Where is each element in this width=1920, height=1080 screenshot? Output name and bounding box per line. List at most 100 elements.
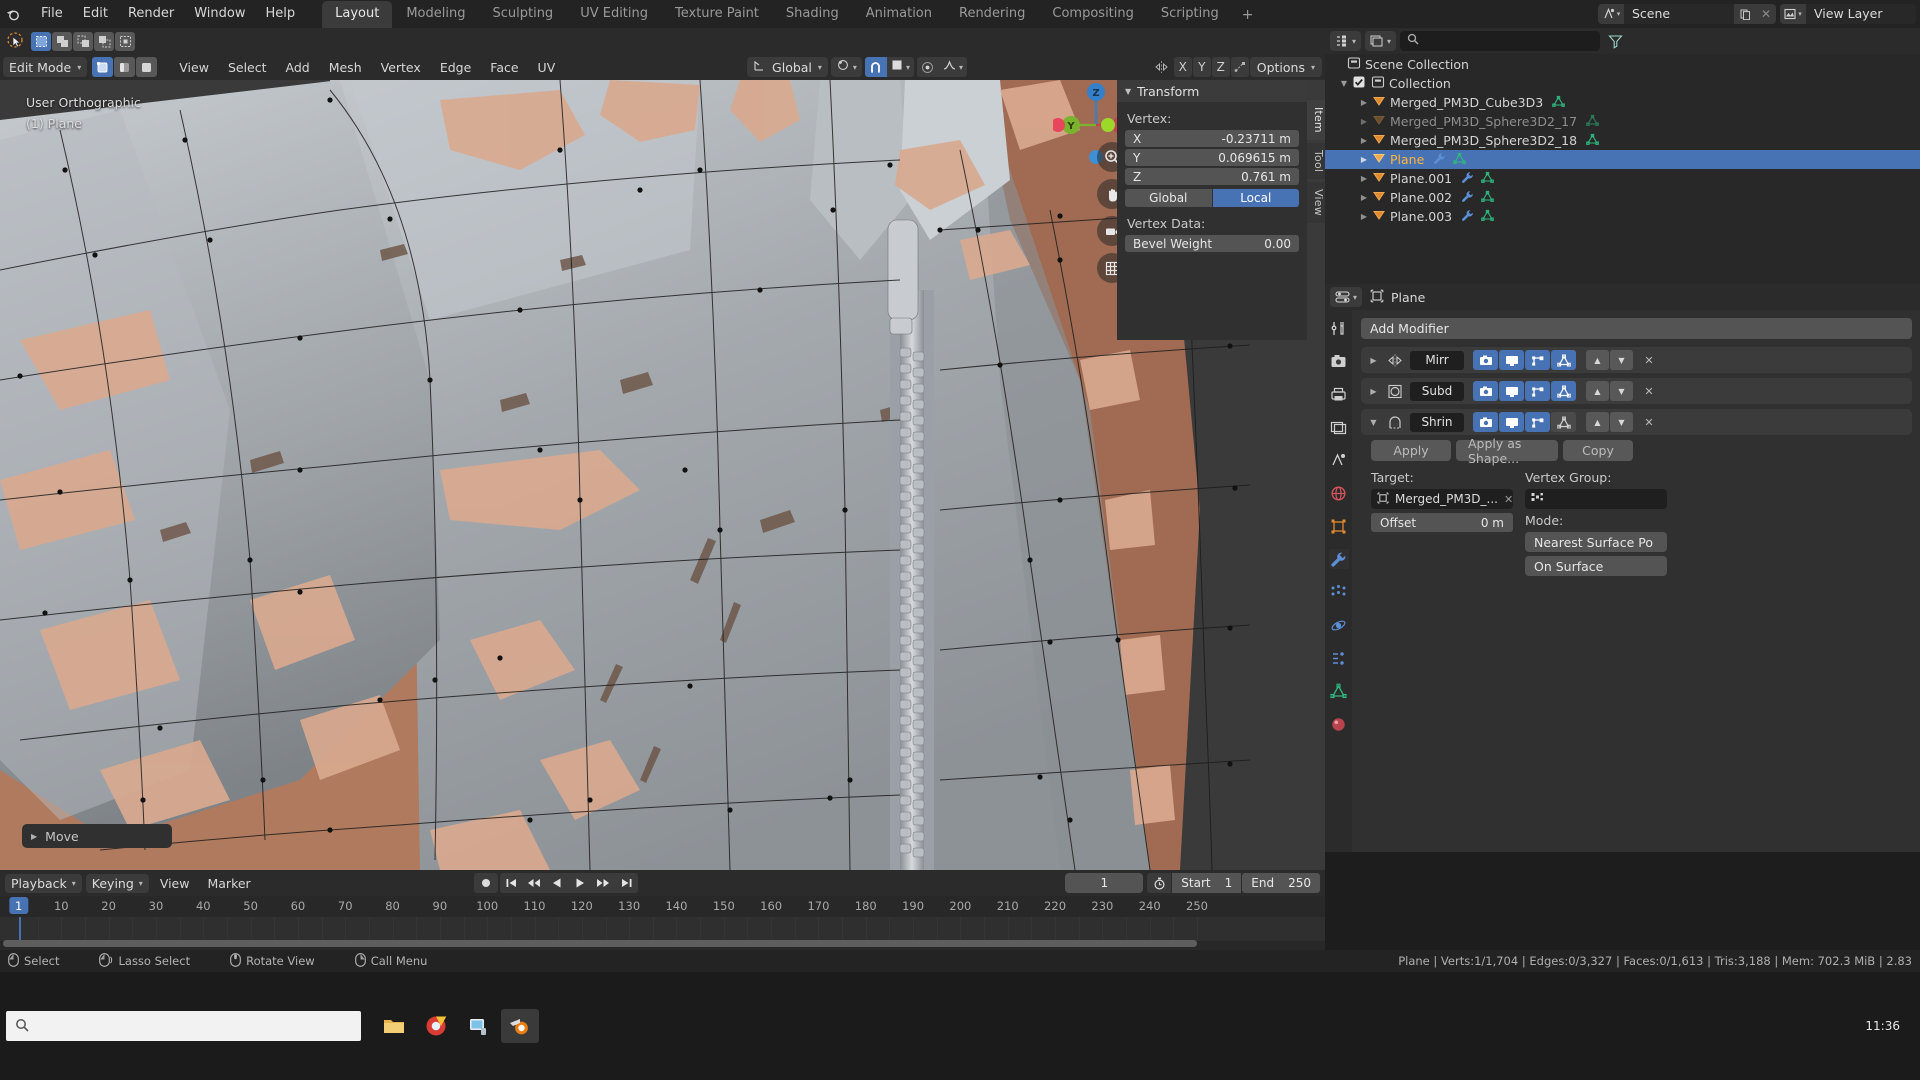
snap-target-dropdown[interactable]: ▾ bbox=[886, 57, 914, 77]
remove-modifier-button[interactable]: ✕ bbox=[1638, 412, 1660, 432]
remove-modifier-button[interactable]: ✕ bbox=[1638, 381, 1660, 401]
viewport-menu-view[interactable]: View bbox=[171, 58, 217, 77]
modifier-wrench-icon[interactable] bbox=[1461, 209, 1474, 225]
add-workspace-button[interactable]: + bbox=[1233, 2, 1263, 28]
close-icon[interactable]: ✕ bbox=[1504, 493, 1513, 506]
render-visibility-toggle[interactable] bbox=[1473, 412, 1498, 432]
modifier-name-field[interactable]: Subd bbox=[1410, 381, 1464, 401]
topology-mirror-icon[interactable] bbox=[1230, 57, 1249, 77]
chevron-down-icon[interactable]: ▼ bbox=[1325, 79, 1347, 88]
modifier-name-field[interactable]: Mirr bbox=[1410, 350, 1464, 370]
edit-mode-visibility-toggle[interactable] bbox=[1525, 412, 1550, 432]
output-printer-icon[interactable] bbox=[1329, 384, 1349, 404]
tab-scripting[interactable]: Scripting bbox=[1148, 1, 1232, 28]
scene-cone-icon[interactable] bbox=[1329, 450, 1349, 470]
outliner-row-collection[interactable]: ▼ Collection bbox=[1325, 74, 1920, 93]
on-cage-toggle[interactable] bbox=[1551, 412, 1576, 432]
viewport-menu-edge[interactable]: Edge bbox=[432, 58, 479, 77]
jump-end-icon[interactable] bbox=[615, 873, 638, 893]
symmetry-y-button[interactable]: Y bbox=[1192, 57, 1211, 77]
taskbar-clock[interactable]: 11:36 bbox=[1865, 1018, 1914, 1034]
sidebar-tab-tool[interactable]: Tool bbox=[1307, 142, 1325, 180]
tab-rendering[interactable]: Rendering bbox=[946, 1, 1038, 28]
modifier-wrench-icon[interactable] bbox=[1433, 152, 1446, 168]
tab-modeling[interactable]: Modeling bbox=[393, 1, 478, 28]
bevel-weight-field[interactable]: Bevel Weight 0.00 bbox=[1125, 235, 1299, 252]
outliner-row-plane-001[interactable]: ▶ Plane.001 bbox=[1325, 169, 1920, 188]
snap-mode-dropdown[interactable]: On Surface bbox=[1525, 556, 1667, 576]
viewport-menu-uv[interactable]: UV bbox=[530, 58, 564, 77]
move-down-button[interactable]: ▼ bbox=[1610, 350, 1633, 370]
tab-texture-paint[interactable]: Texture Paint bbox=[662, 1, 772, 28]
tab-sculpting[interactable]: Sculpting bbox=[479, 1, 566, 28]
playhead-indicator[interactable]: 1 bbox=[9, 897, 29, 914]
chevron-right-icon[interactable]: ▶ bbox=[1325, 117, 1367, 126]
funnel-filter-icon[interactable] bbox=[1604, 31, 1626, 51]
remove-modifier-button[interactable]: ✕ bbox=[1638, 350, 1660, 370]
viewport-menu-vertex[interactable]: Vertex bbox=[373, 58, 429, 77]
transform-panel-header[interactable]: ▼ Transform bbox=[1117, 80, 1307, 102]
outliner-search-field[interactable] bbox=[1425, 34, 1594, 48]
delete-scene-button[interactable]: ✕ bbox=[1756, 4, 1776, 24]
folder-icon[interactable] bbox=[375, 1009, 413, 1043]
select-set-button[interactable] bbox=[31, 31, 51, 51]
play-reverse-icon[interactable] bbox=[546, 873, 569, 893]
modifier-row-shrinkwrap[interactable]: ▼ Shrin ▲ ▼ ✕ bbox=[1361, 409, 1912, 435]
viewport-visibility-toggle[interactable] bbox=[1499, 412, 1524, 432]
tab-shading[interactable]: Shading bbox=[773, 1, 852, 28]
view-layer-selector[interactable]: ▾ View Layer bbox=[1780, 4, 1916, 24]
browser-icon[interactable] bbox=[417, 1009, 455, 1043]
timeline-menu-view[interactable]: View bbox=[153, 874, 197, 893]
on-cage-toggle[interactable] bbox=[1551, 350, 1576, 370]
sidebar-tab-view[interactable]: View bbox=[1307, 182, 1325, 223]
start-frame-field[interactable]: Start 1 bbox=[1172, 873, 1242, 893]
chevron-right-icon[interactable]: ▶ bbox=[1325, 98, 1367, 107]
edit-mode-visibility-toggle[interactable] bbox=[1525, 350, 1550, 370]
scene-selector[interactable]: ▾ Scene ✕ bbox=[1598, 4, 1776, 24]
world-globe-icon[interactable] bbox=[1329, 483, 1349, 503]
add-modifier-button[interactable]: Add Modifier bbox=[1361, 318, 1912, 339]
outliner-row-scene-collection[interactable]: Scene Collection bbox=[1325, 55, 1920, 74]
blender-logo-icon[interactable] bbox=[0, 0, 26, 28]
timeline-ruler[interactable]: 1 10 20 30 40 50 60 70 80 90 100 110 120 130 140 150 16… bbox=[0, 896, 1325, 917]
pivot-point-dropdown[interactable]: ▾ bbox=[830, 57, 862, 77]
chevron-down-icon[interactable]: ▼ bbox=[1367, 418, 1380, 427]
symmetry-z-button[interactable]: Z bbox=[1211, 57, 1230, 77]
object-square-icon[interactable] bbox=[1329, 516, 1349, 536]
outliner-display-mode-icon[interactable]: ▾ bbox=[1330, 31, 1362, 51]
keying-dropdown[interactable]: Keying ▾ bbox=[85, 873, 149, 893]
tab-uv-editing[interactable]: UV Editing bbox=[567, 1, 661, 28]
render-visibility-toggle[interactable] bbox=[1473, 381, 1498, 401]
chevron-right-icon[interactable]: ▶ bbox=[1325, 193, 1367, 202]
modifier-wrench-icon[interactable] bbox=[1461, 171, 1474, 187]
filter-id-icon[interactable]: ▾ bbox=[1365, 31, 1397, 51]
operator-redo-panel[interactable]: ▶ Move bbox=[22, 824, 172, 848]
modifier-wrench-icon[interactable] bbox=[1328, 549, 1349, 569]
chevron-right-icon[interactable]: ▶ bbox=[1325, 174, 1367, 183]
select-extend-button[interactable] bbox=[52, 31, 72, 51]
chevron-right-icon[interactable]: ▶ bbox=[1367, 387, 1380, 396]
move-up-button[interactable]: ▲ bbox=[1586, 412, 1609, 432]
edge-select-mode-icon[interactable] bbox=[114, 57, 136, 77]
outliner-row-plane[interactable]: ▶ Plane bbox=[1325, 150, 1920, 169]
menu-help[interactable]: Help bbox=[257, 3, 305, 25]
outliner-row-merged-sphere18[interactable]: ▶ Merged_PM3D_Sphere3D2_18 bbox=[1325, 131, 1920, 150]
viewport-menu-add[interactable]: Add bbox=[278, 58, 318, 77]
face-select-mode-icon[interactable] bbox=[136, 57, 158, 77]
constraints-icon[interactable] bbox=[1329, 648, 1349, 668]
tab-layout[interactable]: Layout bbox=[322, 1, 393, 28]
outliner-row-merged-sphere17[interactable]: ▶ Merged_PM3D_Sphere3D2_17 bbox=[1325, 112, 1920, 131]
outliner-row-plane-003[interactable]: ▶ Plane.003 bbox=[1325, 207, 1920, 226]
mesh-data-green-icon[interactable] bbox=[1329, 681, 1349, 701]
material-sphere-icon[interactable] bbox=[1329, 714, 1349, 734]
mesh-data-icon[interactable] bbox=[1586, 133, 1599, 149]
view-layer-images-icon[interactable] bbox=[1329, 417, 1349, 437]
collection-checkbox[interactable] bbox=[1353, 76, 1365, 91]
move-down-button[interactable]: ▼ bbox=[1610, 381, 1633, 401]
sidebar-tab-item[interactable]: Item bbox=[1307, 100, 1325, 140]
space-global-button[interactable]: Global bbox=[1125, 189, 1212, 207]
menu-edit[interactable]: Edit bbox=[74, 3, 117, 25]
select-invert-button[interactable] bbox=[94, 31, 114, 51]
tab-compositing[interactable]: Compositing bbox=[1039, 1, 1147, 28]
mesh-data-icon[interactable] bbox=[1453, 152, 1467, 168]
